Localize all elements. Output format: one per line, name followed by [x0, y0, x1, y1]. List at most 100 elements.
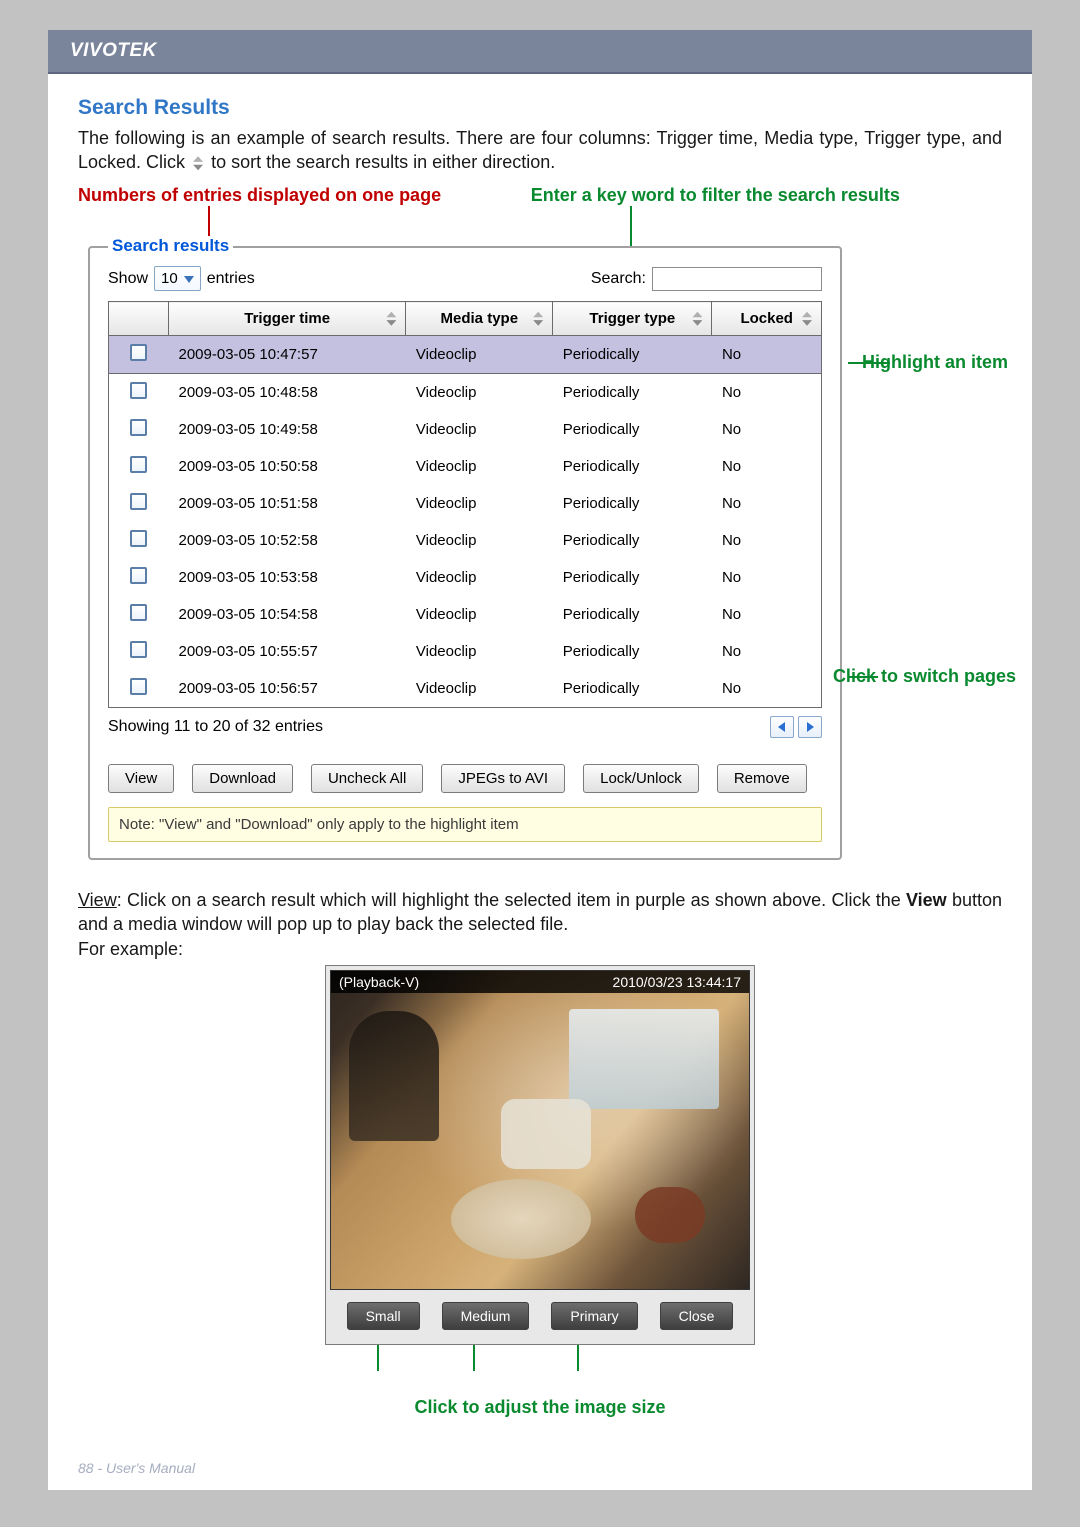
cell-trigger-time: 2009-03-05 10:49:58	[169, 411, 406, 448]
table-row[interactable]: 2009-03-05 10:55:57VideoclipPeriodically…	[109, 633, 822, 670]
col-trigger-type[interactable]: Trigger type	[553, 302, 712, 336]
row-checkbox[interactable]	[130, 530, 147, 547]
panel-legend: Search results	[108, 236, 233, 256]
table-row[interactable]: 2009-03-05 10:50:58VideoclipPeriodically…	[109, 448, 822, 485]
example-label: For example:	[78, 939, 183, 959]
cell-media-type: Videoclip	[406, 411, 553, 448]
cell-trigger-type: Periodically	[553, 374, 712, 412]
chevron-down-icon	[184, 274, 194, 284]
prev-page-button[interactable]	[770, 716, 794, 738]
cell-locked: No	[712, 596, 822, 633]
intro-b: to sort the search results in either dir…	[211, 152, 555, 172]
row-checkbox[interactable]	[130, 419, 147, 436]
cell-trigger-type: Periodically	[553, 522, 712, 559]
uncheck-all-button[interactable]: Uncheck All	[311, 764, 423, 793]
entries-select[interactable]: 10	[154, 266, 201, 291]
view-term: View	[78, 890, 117, 910]
row-checkbox[interactable]	[130, 493, 147, 510]
cell-media-type: Videoclip	[406, 336, 553, 374]
table-row[interactable]: 2009-03-05 10:53:58VideoclipPeriodically…	[109, 559, 822, 596]
cell-trigger-time: 2009-03-05 10:52:58	[169, 522, 406, 559]
row-checkbox[interactable]	[130, 344, 147, 361]
download-button[interactable]: Download	[192, 764, 293, 793]
annotation-entries: Numbers of entries displayed on one page	[78, 185, 531, 207]
sort-icon	[802, 312, 812, 326]
cell-locked: No	[712, 559, 822, 596]
table-row[interactable]: 2009-03-05 10:48:58VideoclipPeriodically…	[109, 374, 822, 412]
cell-locked: No	[712, 485, 822, 522]
row-checkbox[interactable]	[130, 678, 147, 695]
decor-shape	[451, 1179, 591, 1259]
view-button[interactable]: View	[108, 764, 174, 793]
results-table: Trigger time Media type Trigger type	[108, 301, 822, 708]
sort-icon	[533, 312, 543, 326]
decor-shape	[349, 1011, 439, 1141]
search-label: Search:	[591, 270, 646, 288]
cell-media-type: Videoclip	[406, 448, 553, 485]
brand-label: VIVOTEK	[70, 40, 157, 61]
cell-trigger-time: 2009-03-05 10:51:58	[169, 485, 406, 522]
cell-trigger-type: Periodically	[553, 596, 712, 633]
table-row[interactable]: 2009-03-05 10:51:58VideoclipPeriodically…	[109, 485, 822, 522]
playback-timestamp: 2010/03/23 13:44:17	[613, 974, 741, 990]
cell-trigger-time: 2009-03-05 10:55:57	[169, 633, 406, 670]
table-row[interactable]: 2009-03-05 10:47:57VideoclipPeriodically…	[109, 336, 822, 374]
intro-text: The following is an example of search re…	[78, 126, 1002, 175]
playback-title: (Playback-V)	[339, 974, 419, 990]
cell-media-type: Videoclip	[406, 596, 553, 633]
cell-media-type: Videoclip	[406, 633, 553, 670]
sort-indicator-icon	[193, 156, 203, 170]
decor-shape	[501, 1099, 591, 1169]
search-input[interactable]	[652, 267, 822, 291]
col-checkbox[interactable]	[109, 302, 169, 336]
cell-locked: No	[712, 633, 822, 670]
annotation-adjust-size: Click to adjust the image size	[78, 1397, 1002, 1418]
cell-trigger-type: Periodically	[553, 633, 712, 670]
cell-trigger-time: 2009-03-05 10:50:58	[169, 448, 406, 485]
col-media-type[interactable]: Media type	[406, 302, 553, 336]
size-small-button[interactable]: Small	[347, 1302, 420, 1330]
table-row[interactable]: 2009-03-05 10:52:58VideoclipPeriodically…	[109, 522, 822, 559]
annotation-line	[377, 1345, 379, 1371]
row-checkbox[interactable]	[130, 567, 147, 584]
size-medium-button[interactable]: Medium	[442, 1302, 530, 1330]
desc-bold: View	[906, 890, 947, 910]
search-results-panel: Search results Show 10 entries	[88, 246, 842, 860]
cell-trigger-time: 2009-03-05 10:56:57	[169, 670, 406, 708]
table-row[interactable]: 2009-03-05 10:49:58VideoclipPeriodically…	[109, 411, 822, 448]
cell-trigger-type: Periodically	[553, 411, 712, 448]
row-checkbox[interactable]	[130, 641, 147, 658]
annotation-line	[473, 1345, 475, 1371]
cell-locked: No	[712, 448, 822, 485]
close-button[interactable]: Close	[660, 1302, 734, 1330]
entries-value: 10	[161, 270, 178, 287]
cell-media-type: Videoclip	[406, 670, 553, 708]
row-checkbox[interactable]	[130, 604, 147, 621]
table-row[interactable]: 2009-03-05 10:54:58VideoclipPeriodically…	[109, 596, 822, 633]
cell-trigger-type: Periodically	[553, 485, 712, 522]
table-row[interactable]: 2009-03-05 10:56:57VideoclipPeriodically…	[109, 670, 822, 708]
page-header: VIVOTEK	[48, 30, 1032, 74]
col-trigger-time[interactable]: Trigger time	[169, 302, 406, 336]
entries-suffix: entries	[207, 270, 255, 288]
annotation-line	[577, 1345, 579, 1371]
next-page-button[interactable]	[798, 716, 822, 738]
annotation-line	[848, 676, 878, 678]
sort-icon	[692, 312, 702, 326]
desc-a: : Click on a search result which will hi…	[117, 890, 906, 910]
cell-trigger-type: Periodically	[553, 336, 712, 374]
lock-unlock-button[interactable]: Lock/Unlock	[583, 764, 699, 793]
cell-trigger-type: Periodically	[553, 559, 712, 596]
cell-locked: No	[712, 374, 822, 412]
view-description: View: Click on a search result which wil…	[78, 888, 1002, 961]
annotation-filter: Enter a key word to filter the search re…	[531, 185, 1002, 207]
jpegs-to-avi-button[interactable]: JPEGs to AVI	[441, 764, 565, 793]
row-checkbox[interactable]	[130, 382, 147, 399]
size-primary-button[interactable]: Primary	[551, 1302, 637, 1330]
decor-shape	[569, 1009, 719, 1109]
showing-text: Showing 11 to 20 of 32 entries	[108, 718, 323, 736]
row-checkbox[interactable]	[130, 456, 147, 473]
col-locked[interactable]: Locked	[712, 302, 822, 336]
remove-button[interactable]: Remove	[717, 764, 807, 793]
cell-locked: No	[712, 336, 822, 374]
